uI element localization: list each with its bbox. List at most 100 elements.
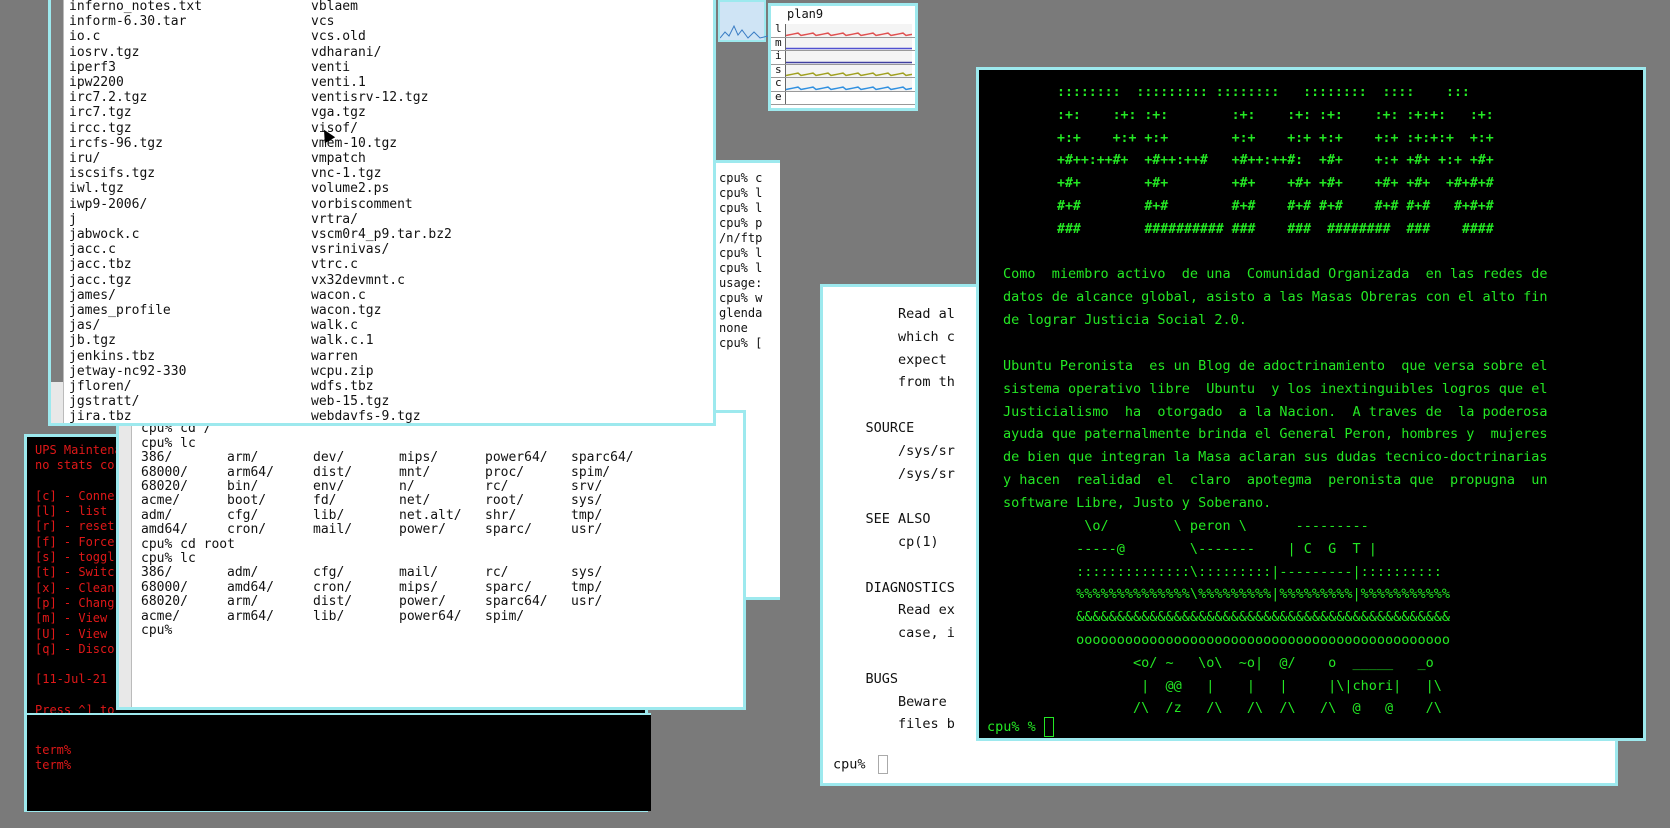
art-line: -----@ \------- | C G T | <box>1003 540 1377 557</box>
ls-row: 68000/amd64/cron/mips/sparc/tmp/ <box>141 579 741 595</box>
ls-entry: spim/ <box>571 464 611 480</box>
file-entry: iru/ <box>69 151 101 167</box>
file-entry: jgstratt/ <box>69 394 140 410</box>
mini-graph-icon <box>719 24 769 39</box>
file-entry: wacon.c <box>311 287 366 303</box>
ls-entry: power64/ <box>485 450 548 466</box>
file-entry: vga.tgz <box>311 105 366 121</box>
banner-line: ### ########## ### ### ######## ### #### <box>1057 221 1494 237</box>
side-line: cpu% w <box>719 291 763 305</box>
man-prompt[interactable]: cpu% <box>833 755 888 774</box>
ls-entry: tmp/ <box>571 579 603 595</box>
ls-entry: arm64/ <box>227 608 274 624</box>
para-line: sistema operativo libre Ubuntu y los ine… <box>1003 380 1548 397</box>
ls-entry: 68000/ <box>141 464 188 480</box>
ls-entry: net.alt/ <box>399 507 462 523</box>
ls-entry: sys/ <box>571 565 603 581</box>
ls-entry: usr/ <box>571 522 603 538</box>
ls-entry: mips/ <box>399 579 439 595</box>
file-entry: jacc.c <box>69 242 116 258</box>
stats-row-e: e <box>771 89 915 105</box>
stats-graph <box>785 51 912 64</box>
ls-row: adm/cfg/lib/net.alt/shr/tmp/ <box>141 507 741 523</box>
file-entry: irc7.tgz <box>69 105 132 121</box>
ls-entry: mnt/ <box>399 464 431 480</box>
stats-label: m <box>775 35 782 49</box>
para-line: Ubuntu Peronista es un Blog de adoctrina… <box>1003 358 1548 374</box>
stats-label: e <box>775 89 782 103</box>
art-line: %%%%%%%%%%%%%%\%%%%%%%%%|%%%%%%%%%|%%%%%… <box>1003 586 1451 603</box>
ls-command: cpu% cd root <box>141 536 235 552</box>
stats-label: l <box>775 22 782 35</box>
stats-row-s: s <box>771 62 915 78</box>
art-line: ::::::::::::::\:::::::::|---------|:::::… <box>1003 563 1442 580</box>
man-line <box>833 645 955 668</box>
ls-entry: boot/ <box>227 493 267 509</box>
man-line: which c <box>833 328 955 345</box>
file-listing-scrollbar[interactable] <box>51 0 64 423</box>
file-entry: ventisrv-12.tgz <box>311 90 429 106</box>
ups-lower-pane[interactable]: term% term% <box>27 713 651 811</box>
stats-row-l: l <box>771 22 915 38</box>
man-line <box>833 485 955 508</box>
stats-graph <box>785 37 912 50</box>
green-prompt[interactable]: cpu% % <box>987 717 1054 737</box>
ls-entry: lib/ <box>313 507 345 523</box>
file-entry: vorbiscomment <box>311 196 413 212</box>
file-listing-window[interactable]: inferno_notes.txt inform-6.30.tar io.c iosr… <box>48 0 716 426</box>
ls-row: 386/adm/cfg/mail/rc/sys/ <box>141 565 741 581</box>
ls-entry: 68000/ <box>141 579 188 595</box>
ls-output: amd64/cron/mail/power/sparc/usr/cpu% cd … <box>141 407 741 703</box>
art-line: \o/ \ peron \ --------- <box>1003 518 1369 534</box>
ls-entry: shr/ <box>485 507 517 523</box>
banner-line: +#++:++#+ +#++:++# +#++:++#: +#+ +:+ +#+… <box>1057 153 1494 169</box>
man-line: /sys/sr <box>833 442 955 459</box>
file-entry: venti <box>311 59 351 75</box>
side-line: usage: <box>719 276 763 290</box>
file-entry: venti.1 <box>311 75 366 91</box>
file-entry: jacc.tbz <box>69 257 132 273</box>
man-line: SEE ALSO <box>833 511 931 528</box>
term-line: term% <box>35 743 72 757</box>
banner-line: +:+ +:+ +:+ +:+ +:+ +:+ +:+ :+:+:+ +:+ <box>1057 130 1494 146</box>
man-line: Read al <box>833 306 955 322</box>
ls-terminal-window[interactable]: amd64/cron/mail/power/sparc/usr/cpu% cd … <box>116 407 746 710</box>
ls-entry: mail/ <box>313 522 353 538</box>
ls-terminal-scrollbar[interactable] <box>119 413 132 707</box>
stats-window[interactable]: plan9 lmisce <box>768 3 918 111</box>
side-line: cpu% c <box>719 171 763 185</box>
ls-entry: net/ <box>399 493 431 509</box>
ls-entry: power64/ <box>399 608 462 624</box>
ls-row: acme/boot/fd/net/root/sys/ <box>141 493 741 509</box>
file-entry: io.c <box>69 29 101 45</box>
text-cursor-icon <box>1043 717 1054 737</box>
file-entry: jas/ <box>69 318 101 334</box>
para-line: de lograr Justicia Social 2.0. <box>1003 311 1247 328</box>
ls-entry: spim/ <box>485 608 525 624</box>
file-entry: vx32devmnt.c <box>311 272 405 288</box>
stats-label: s <box>775 62 782 76</box>
ls-entry: bin/ <box>227 479 259 494</box>
ls-row: 68000/arm64/dist/mnt/proc/spim/ <box>141 464 741 480</box>
term-line: term% <box>35 758 72 772</box>
para-line: datos de alcance global, asisto a las Ma… <box>1003 288 1548 305</box>
green-terminal-window[interactable]: :::::::: ::::::::: :::::::: :::::::: :::… <box>976 67 1646 741</box>
file-entry: wcpu.zip <box>311 363 374 379</box>
file-entry: j <box>69 211 77 227</box>
ls-entry: acme/ <box>141 493 181 509</box>
ls-entry: sparc64/ <box>571 450 634 466</box>
side-line: cpu% l <box>719 186 763 200</box>
file-entry: inform-6.30.tar <box>69 14 187 30</box>
file-entry: jabwock.c <box>69 227 140 243</box>
ls-entry: power/ <box>399 594 446 610</box>
para-line: software Libre, Justo y Soberano. <box>1003 494 1272 511</box>
file-entry: irc7.2.tgz <box>69 90 148 106</box>
art-line: | @@ | | | |\|chori| |\ <box>1003 677 1442 694</box>
ls-entry: dev/ <box>313 450 345 466</box>
ls-entry: 68020/ <box>141 479 188 494</box>
file-entry: iosrv.tgz <box>69 44 140 60</box>
art-line: oooooooooooooooooooooooooooooooooooooooo… <box>1003 631 1451 648</box>
ls-entry: srv/ <box>571 479 603 494</box>
man-line: Read ex <box>833 602 955 619</box>
scroll-thumb[interactable] <box>51 0 63 382</box>
